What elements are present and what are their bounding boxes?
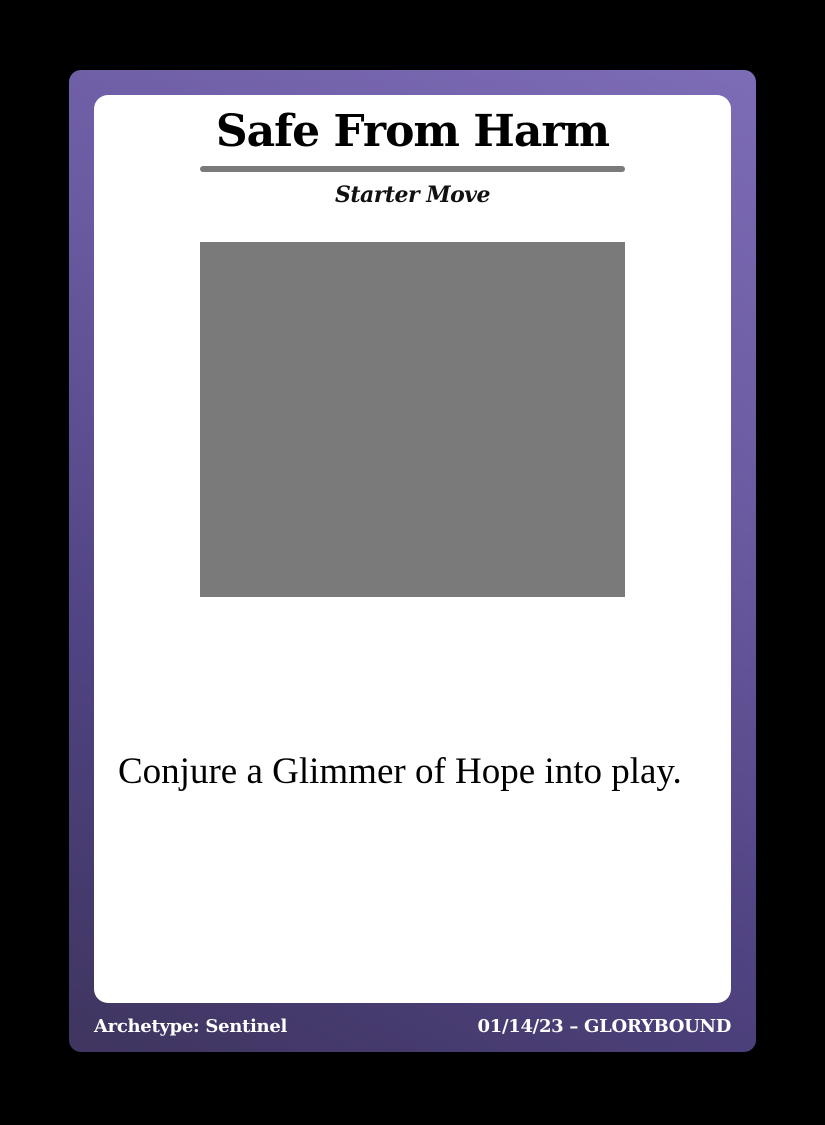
card-art-placeholder (200, 242, 625, 597)
title-divider (200, 166, 625, 172)
card-title: Safe From Harm (215, 106, 610, 157)
card-type-line: Starter Move (334, 182, 491, 208)
footer-separator: – (569, 1016, 579, 1037)
card-publisher: GLORYBOUND (584, 1016, 731, 1037)
card-archetype: Archetype: Sentinel (94, 1016, 288, 1037)
card-date: 01/14/23 (477, 1016, 564, 1037)
card-footer-info: 01/14/23 – GLORYBOUND (478, 1013, 732, 1041)
card-rules-text: Conjure a Glimmer of Hope into play. (118, 751, 682, 792)
